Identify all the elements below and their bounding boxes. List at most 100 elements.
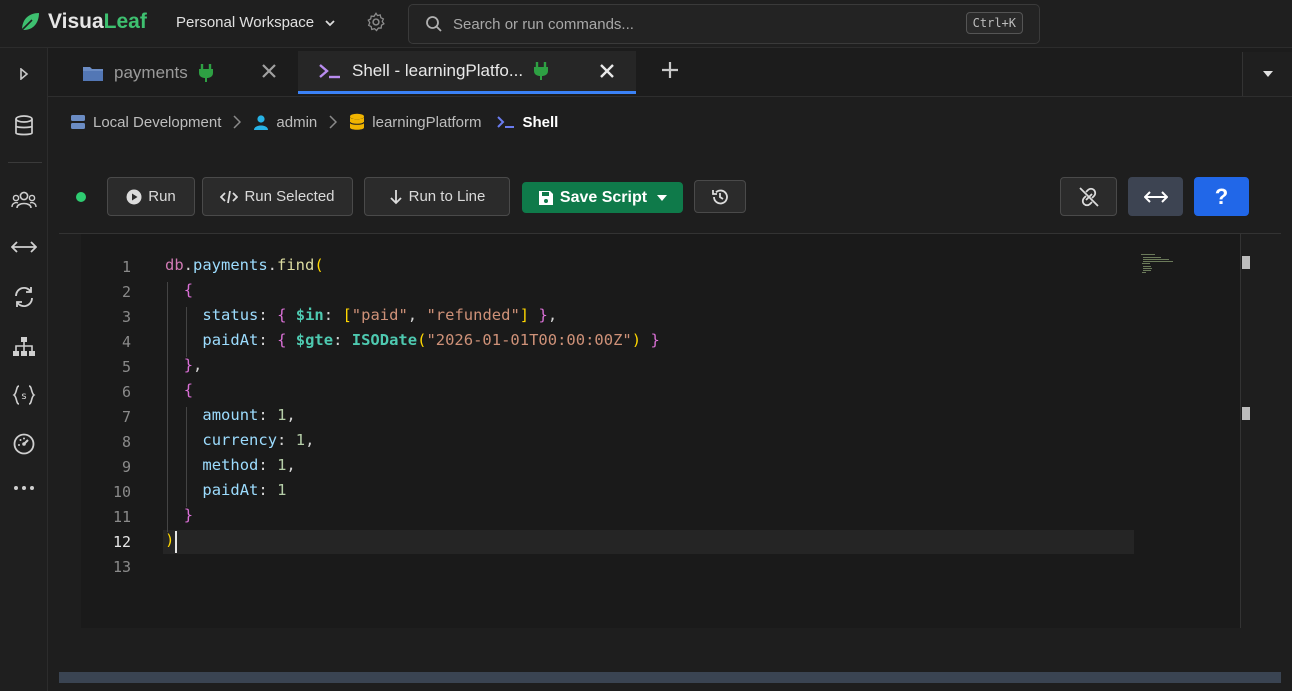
- database-icon: [15, 115, 33, 136]
- minimap[interactable]: [1141, 254, 1201, 284]
- nav-sync[interactable]: [0, 285, 48, 309]
- editor-scroll-track[interactable]: [1240, 234, 1241, 628]
- results-panel-splitter[interactable]: [59, 672, 1281, 683]
- search-input[interactable]: [453, 15, 933, 33]
- users-icon: [11, 191, 37, 209]
- code-line[interactable]: }: [165, 506, 193, 524]
- breadcrumb-label: Local Development: [93, 113, 222, 131]
- editor-toolbar: Run Run Selected Run to Line Save Script…: [59, 177, 1281, 217]
- tab-close-button[interactable]: [598, 62, 616, 85]
- connection-status-indicator: [76, 192, 86, 202]
- nav-databases[interactable]: [0, 114, 48, 138]
- search-icon: [426, 16, 442, 32]
- run-to-line-button[interactable]: Run to Line: [364, 177, 510, 216]
- breadcrumb-connection[interactable]: Local Development: [70, 114, 221, 131]
- help-button[interactable]: ?: [1194, 177, 1249, 216]
- line-number: 1: [121, 258, 131, 276]
- code-line[interactable]: {: [165, 381, 193, 399]
- nav-performance[interactable]: [0, 432, 48, 456]
- close-icon: [600, 64, 614, 78]
- run-button[interactable]: Run: [107, 177, 195, 216]
- code-line[interactable]: paidAt: 1: [165, 481, 286, 499]
- run-selected-button[interactable]: Run Selected: [202, 177, 353, 216]
- breadcrumb-database[interactable]: learningPlatform: [349, 113, 482, 131]
- app-name-part2: Leaf: [103, 10, 147, 33]
- tab-label: Shell - learningPlatfo...: [352, 61, 524, 80]
- code-editor[interactable]: 1 2 3 4 5 6 7 8 9 10 11 12 13 db.payment…: [59, 234, 1281, 628]
- close-icon: [262, 64, 276, 78]
- scroll-thumb[interactable]: [1242, 256, 1250, 269]
- help-label: ?: [1214, 183, 1229, 209]
- breadcrumb: Local Development admin learningPlatform…: [70, 113, 558, 131]
- tab-payments[interactable]: payments: [66, 51, 298, 94]
- code-line[interactable]: ): [165, 531, 174, 549]
- line-number: 13: [112, 558, 131, 576]
- user-icon: [254, 115, 269, 130]
- script-braces-icon: s: [12, 385, 36, 405]
- breadcrumb-shell: Shell: [496, 113, 559, 131]
- caret-down-icon: [1262, 71, 1273, 77]
- workspace-selector[interactable]: Personal Workspace: [176, 14, 336, 31]
- nav-scripts[interactable]: s: [0, 384, 48, 406]
- left-sidebar: s: [0, 48, 48, 691]
- code-icon: [220, 190, 239, 203]
- nav-more[interactable]: [0, 485, 48, 491]
- code-line[interactable]: method: 1,: [165, 456, 295, 474]
- text-cursor: [175, 531, 177, 553]
- plug-icon: [198, 63, 213, 82]
- run-label: Run: [148, 188, 176, 205]
- chevron-right-icon: [329, 115, 338, 129]
- sync-icon: [15, 286, 33, 308]
- tab-shell[interactable]: Shell - learningPlatfo...: [298, 51, 636, 94]
- word-wrap-toggle-button[interactable]: [1128, 177, 1183, 216]
- arrow-down-icon: [389, 189, 402, 204]
- command-search[interactable]: Ctrl+K: [408, 4, 1040, 44]
- more-horizontal-icon: [14, 486, 34, 490]
- shortcut-badge: Ctrl+K: [965, 12, 1023, 34]
- tab-close-button[interactable]: [260, 62, 278, 85]
- workspace-settings-button[interactable]: [365, 11, 387, 38]
- expand-sidebar-button[interactable]: [0, 68, 48, 80]
- code-line[interactable]: currency: 1,: [165, 431, 314, 449]
- line-number: 5: [121, 358, 131, 376]
- breadcrumb-label: learningPlatform: [372, 113, 482, 131]
- play-circle-icon: [126, 189, 142, 204]
- scroll-marker: [1242, 407, 1250, 420]
- terminal-icon: [496, 116, 514, 128]
- code-line[interactable]: },: [165, 356, 203, 374]
- nav-users[interactable]: [0, 189, 48, 211]
- floppy-disk-icon: [538, 190, 553, 205]
- hierarchy-icon: [13, 337, 35, 356]
- code-line[interactable]: db.payments.find(: [165, 256, 324, 274]
- breadcrumb-label: admin: [276, 113, 318, 131]
- nav-schema[interactable]: [0, 336, 48, 358]
- current-line-highlight: [163, 530, 1134, 554]
- add-tab-button[interactable]: [660, 60, 680, 85]
- app-logo[interactable]: VisuaLeaf: [18, 10, 147, 34]
- server-icon: [71, 115, 85, 129]
- history-button[interactable]: [694, 180, 746, 213]
- tab-bar: payments Shell - learningPlatfo...: [48, 48, 1292, 97]
- save-script-button[interactable]: Save Script: [522, 182, 683, 213]
- breadcrumb-label: Shell: [522, 113, 559, 131]
- code-line[interactable]: paidAt: { $gte: ISODate("2026-01-01T00:0…: [165, 331, 659, 349]
- chevron-right-icon: [233, 115, 242, 129]
- unlink-button[interactable]: [1060, 177, 1117, 216]
- code-line[interactable]: status: { $in: ["paid", "refunded"] },: [165, 306, 557, 324]
- tab-list-dropdown[interactable]: [1242, 52, 1292, 96]
- top-bar: VisuaLeaf Personal Workspace Ctrl+K: [0, 0, 1292, 48]
- code-line[interactable]: amount: 1,: [165, 406, 295, 424]
- run-to-line-label: Run to Line: [408, 188, 486, 205]
- line-number: 6: [121, 383, 131, 401]
- gear-icon: [367, 12, 385, 32]
- line-number: 3: [121, 308, 131, 326]
- save-script-label: Save Script: [559, 188, 648, 206]
- breadcrumb-user[interactable]: admin: [253, 114, 317, 131]
- nav-compare[interactable]: [0, 239, 48, 255]
- gauge-icon: [13, 433, 35, 455]
- code-line[interactable]: {: [165, 281, 193, 299]
- svg-text:s: s: [21, 391, 26, 402]
- line-number: 7: [121, 408, 131, 426]
- chevron-down-icon: [325, 19, 335, 26]
- folder-icon: [83, 66, 103, 81]
